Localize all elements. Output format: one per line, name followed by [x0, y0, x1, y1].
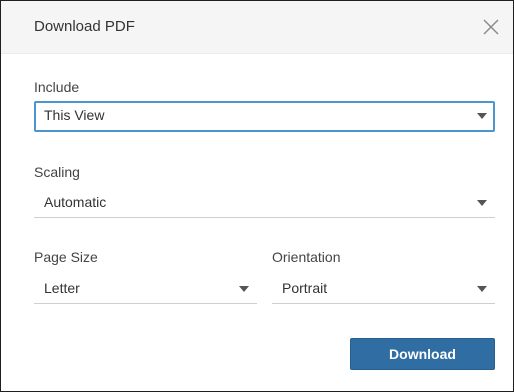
- orientation-select[interactable]: Portrait: [272, 274, 495, 304]
- page-size-select-value: Letter: [44, 280, 80, 296]
- include-label: Include: [34, 79, 80, 95]
- scaling-label: Scaling: [34, 164, 80, 180]
- chevron-down-icon: [477, 113, 487, 119]
- dialog-title: Download PDF: [34, 18, 135, 35]
- chevron-down-icon: [477, 286, 487, 292]
- orientation-select-value: Portrait: [282, 280, 328, 296]
- download-button[interactable]: Download: [350, 338, 495, 370]
- orientation-label: Orientation: [272, 249, 341, 265]
- scaling-select[interactable]: Automatic: [34, 188, 495, 218]
- chevron-down-icon: [239, 286, 249, 292]
- page-size-select[interactable]: Letter: [34, 274, 257, 304]
- dialog-titlebar: Download PDF: [1, 1, 513, 54]
- download-pdf-dialog: Download PDF Include This View Scaling A…: [0, 0, 514, 392]
- include-select-value: This View: [44, 107, 105, 123]
- close-icon[interactable]: [482, 18, 500, 36]
- page-size-label: Page Size: [34, 249, 98, 265]
- scaling-select-value: Automatic: [44, 194, 107, 210]
- include-select[interactable]: This View: [34, 101, 495, 132]
- chevron-down-icon: [477, 200, 487, 206]
